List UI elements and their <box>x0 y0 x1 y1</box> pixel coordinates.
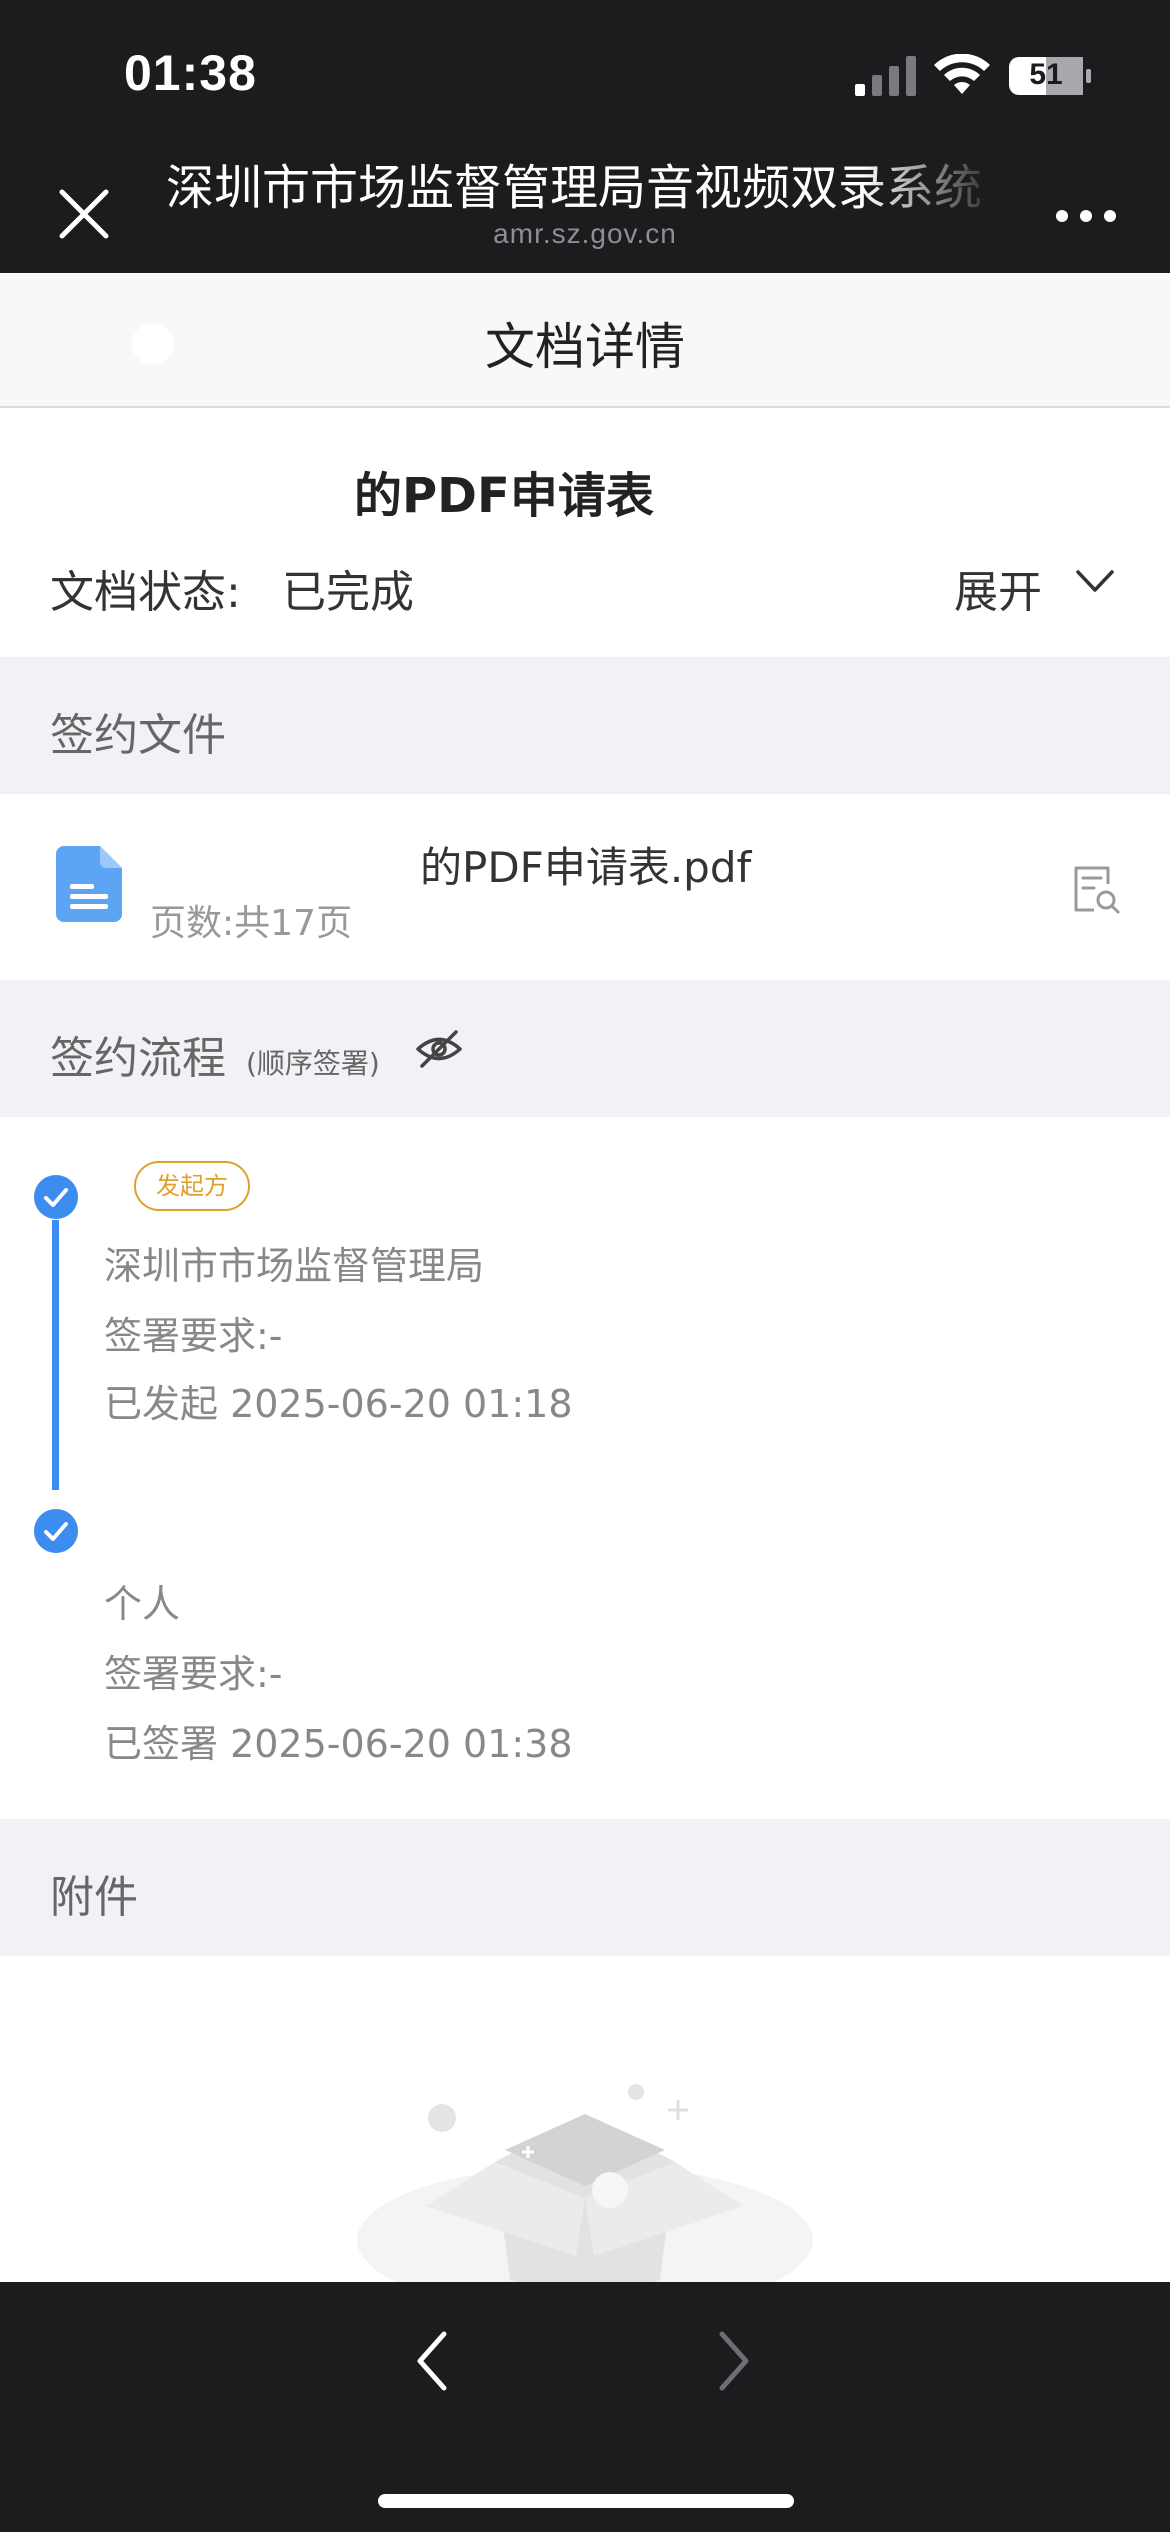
document-title: 的PDF申请表 <box>354 468 654 524</box>
document-status-label: 文档状态: <box>50 567 241 618</box>
page-title: 深圳市市场监督管理局音视频双录系统 <box>166 160 983 216</box>
document-status-value: 已完成 <box>282 567 414 618</box>
section-flow-sub: (顺序签署) <box>246 1047 380 1080</box>
battery-icon: 51 <box>1008 56 1092 96</box>
attachments-empty-state <box>0 1956 1170 2282</box>
step-2-name: 个人 <box>104 1582 181 1626</box>
step-1-status: 已发起 2025-06-20 01:18 <box>104 1382 573 1426</box>
home-indicator[interactable] <box>378 2494 794 2508</box>
chevron-down-icon <box>1076 570 1114 592</box>
step-2-check-icon <box>34 1509 78 1553</box>
file-name: 的PDF申请表.pdf <box>420 843 752 892</box>
chevron-left-icon[interactable] <box>400 2326 466 2396</box>
step-2-requirement: 签署要求:- <box>104 1652 283 1696</box>
status-bar: 01:38 51 <box>0 0 1170 142</box>
page-title-container: 深圳市市场监督管理局音视频双录系统 <box>166 158 1002 218</box>
file-row[interactable]: 的PDF申请表.pdf 页数:共17页 <box>0 794 1170 980</box>
signing-flow: 发起方 深圳市市场监督管理局 签署要求:- 已发起 2025-06-20 01:… <box>0 1117 1170 1817</box>
battery-level: 51 <box>1029 58 1063 91</box>
expand-label: 展开 <box>954 567 1042 618</box>
page-url: amr.sz.gov.cn <box>493 218 677 249</box>
nav-title: 文档详情 <box>485 318 685 376</box>
step-connector-line <box>52 1220 59 1490</box>
section-files-header: 签约文件 <box>0 657 1170 794</box>
document-header: 的PDF申请表 文档状态: 已完成 展开 <box>0 410 1170 657</box>
chevron-right-icon[interactable] <box>700 2326 766 2396</box>
pdf-file-icon <box>56 846 122 922</box>
eye-off-icon[interactable] <box>414 1024 464 1074</box>
expand-button[interactable]: 展开 <box>954 550 1124 618</box>
browser-header: 深圳市市场监督管理局音视频双录系统 amr.sz.gov.cn <box>0 142 1170 273</box>
preview-icon[interactable] <box>1070 864 1122 916</box>
signal-icon <box>855 56 916 96</box>
file-pages: 页数:共17页 <box>150 903 352 944</box>
status-time: 01:38 <box>124 45 257 101</box>
step-1-name: 深圳市市场监督管理局 <box>104 1244 485 1288</box>
section-flow-header: 签约流程 (顺序签署) <box>0 980 1170 1117</box>
wifi-icon <box>934 54 990 94</box>
section-attachments-label: 附件 <box>50 1872 138 1923</box>
empty-box-icon <box>357 2084 813 2282</box>
nav-bar: 文档详情 <box>0 273 1170 408</box>
step-1-check-icon <box>34 1175 78 1219</box>
more-icon[interactable] <box>1046 186 1126 246</box>
bottom-toolbar <box>0 2282 1170 2532</box>
step-1-requirement: 签署要求:- <box>104 1314 283 1358</box>
initiator-tag: 发起方 <box>134 1161 250 1211</box>
section-attachments-header: 附件 <box>0 1819 1170 1956</box>
step-2-status: 已签署 2025-06-20 01:38 <box>104 1722 573 1766</box>
section-flow-label: 签约流程 <box>50 1033 226 1084</box>
section-files-label: 签约文件 <box>50 710 226 761</box>
